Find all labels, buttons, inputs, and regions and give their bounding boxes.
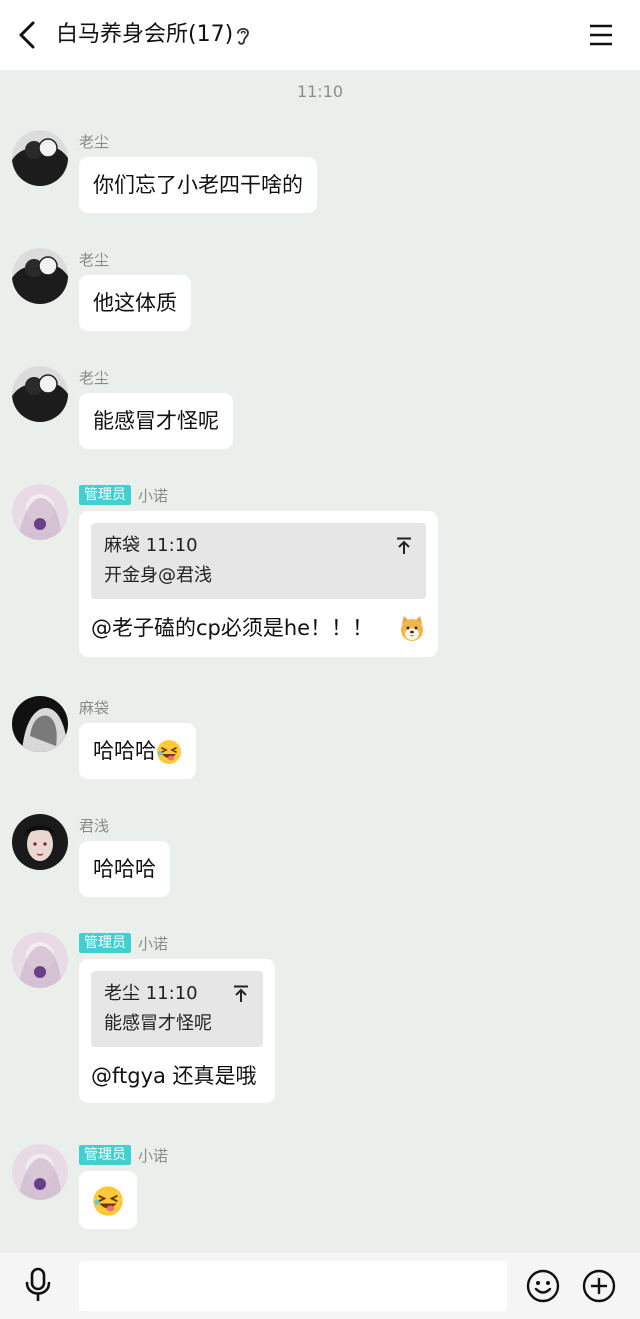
message-bubble[interactable]: 你们忘了小老四干啥的 bbox=[79, 157, 317, 213]
message-bubble[interactable]: 麻袋 11:10 开金身@君浅 @老子磕的cp必须是he！！！ bbox=[79, 511, 438, 657]
message-text: 哈哈哈 bbox=[93, 739, 156, 763]
sender-name: 管理员 小诺 bbox=[79, 932, 168, 954]
pin-to-top-icon[interactable] bbox=[233, 985, 249, 1003]
shiba-face-emoji bbox=[401, 616, 423, 641]
avatar[interactable] bbox=[12, 1144, 68, 1200]
laughing-tongue-emoji bbox=[157, 740, 181, 764]
sender-name: 老尘 bbox=[79, 250, 110, 269]
quote-sender-time: 老尘 11:10 bbox=[104, 983, 198, 1004]
message-text: @ftgya 还真是哦 bbox=[91, 1064, 257, 1088]
message-text: @老子磕的cp必须是he！！！ bbox=[91, 616, 374, 640]
avatar[interactable] bbox=[12, 932, 68, 988]
message-bubble[interactable]: 哈哈哈 bbox=[79, 841, 170, 897]
avatar[interactable] bbox=[12, 366, 68, 422]
message-text: 哈哈哈 bbox=[93, 857, 156, 881]
sender-name: 管理员 小诺 bbox=[79, 1144, 168, 1166]
chat-input-bar bbox=[0, 1253, 640, 1319]
chat-header: 白马养身会所(17) bbox=[0, 0, 640, 70]
microphone-icon[interactable] bbox=[24, 1267, 52, 1303]
admin-badge: 管理员 bbox=[79, 485, 131, 505]
admin-badge: 管理员 bbox=[79, 933, 131, 953]
avatar[interactable] bbox=[12, 484, 68, 540]
quote-sender-time: 麻袋 11:10 bbox=[104, 535, 198, 556]
quote-text: 开金身@君浅 bbox=[104, 565, 212, 586]
hamburger-menu-icon[interactable] bbox=[588, 22, 614, 48]
pin-to-top-icon[interactable] bbox=[396, 537, 412, 555]
chat-timestamp: 11:10 bbox=[296, 82, 344, 101]
smile-icon[interactable] bbox=[526, 1269, 560, 1303]
avatar[interactable] bbox=[12, 248, 68, 304]
message-bubble[interactable]: 他这体质 bbox=[79, 275, 191, 331]
avatar[interactable] bbox=[12, 814, 68, 870]
admin-badge: 管理员 bbox=[79, 1145, 131, 1165]
back-chevron-icon[interactable] bbox=[14, 20, 42, 50]
sender-name: 老尘 bbox=[79, 132, 110, 151]
sender-name: 君浅 bbox=[79, 816, 110, 835]
avatar[interactable] bbox=[12, 130, 68, 186]
laughing-tongue-emoji bbox=[93, 1186, 123, 1216]
quoted-message[interactable]: 老尘 11:10 能感冒才怪呢 bbox=[91, 971, 263, 1047]
sender-name: 管理员 小诺 bbox=[79, 484, 168, 506]
message-bubble[interactable]: 哈哈哈 bbox=[79, 723, 196, 779]
plus-circle-icon[interactable] bbox=[582, 1269, 616, 1303]
quote-text: 能感冒才怪呢 bbox=[104, 1013, 212, 1034]
sender-name: 麻袋 bbox=[79, 698, 110, 717]
message-text: 能感冒才怪呢 bbox=[93, 409, 219, 433]
message-input[interactable] bbox=[79, 1261, 507, 1311]
avatar[interactable] bbox=[12, 696, 68, 752]
message-bubble[interactable]: 老尘 11:10 能感冒才怪呢 @ftgya 还真是哦 bbox=[79, 959, 275, 1103]
sender-name: 老尘 bbox=[79, 368, 110, 387]
ear-icon bbox=[237, 27, 249, 45]
message-text: 你们忘了小老四干啥的 bbox=[93, 173, 303, 197]
chat-title: 白马养身会所(17) bbox=[56, 22, 234, 47]
message-bubble[interactable] bbox=[79, 1171, 137, 1229]
quoted-message[interactable]: 麻袋 11:10 开金身@君浅 bbox=[91, 523, 426, 599]
message-bubble[interactable]: 能感冒才怪呢 bbox=[79, 393, 233, 449]
message-text: 他这体质 bbox=[93, 291, 177, 315]
